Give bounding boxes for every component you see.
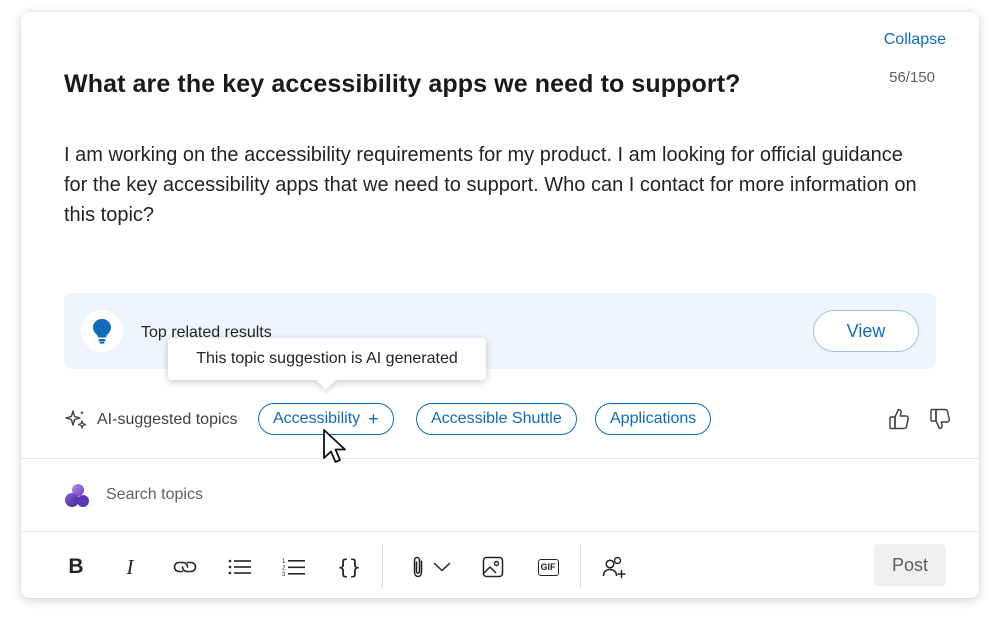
search-topics-input[interactable] <box>104 485 408 505</box>
bullet-list-icon[interactable] <box>226 553 254 581</box>
post-title[interactable]: What are the key accessibility apps we n… <box>64 70 741 99</box>
code-icon[interactable]: {} <box>335 553 363 581</box>
ai-suggested-topics-row: AI-suggested topics Accessibility + Acce… <box>64 403 951 437</box>
topic-chip-label: Applications <box>610 410 697 427</box>
gif-icon[interactable]: GIF <box>534 553 562 581</box>
view-button[interactable]: View <box>813 310 919 352</box>
compose-card: Collapse 56/150 What are the key accessi… <box>21 12 979 598</box>
sparkle-icon <box>64 408 88 437</box>
thumbs-down-icon[interactable] <box>929 407 951 436</box>
character-counter: 56/150 <box>889 69 935 86</box>
post-button[interactable]: Post <box>874 544 946 586</box>
add-icon: + <box>368 408 379 429</box>
topic-chip-label: Accessibility <box>273 410 361 427</box>
toolbar-separator <box>580 544 581 588</box>
italic-icon[interactable]: I <box>116 553 144 581</box>
search-topics-row <box>64 482 464 512</box>
divider <box>21 531 979 532</box>
mouse-cursor-icon <box>323 429 346 463</box>
gif-label: GIF <box>537 558 559 576</box>
numbered-list-icon[interactable]: 1 2 3 <box>280 553 308 581</box>
bold-icon[interactable]: B <box>62 553 90 581</box>
topic-chip-label: Accessible Shuttle <box>431 410 562 427</box>
post-body[interactable]: I am working on the accessibility requir… <box>64 140 924 230</box>
link-icon[interactable] <box>171 553 199 581</box>
svg-text:3: 3 <box>282 572 286 577</box>
topics-app-icon <box>64 482 92 515</box>
ai-suggested-topics-label: AI-suggested topics <box>97 411 238 428</box>
svg-text:2: 2 <box>282 566 286 572</box>
mention-people-icon[interactable] <box>601 553 629 581</box>
thumbs-up-icon[interactable] <box>888 407 910 436</box>
formatting-toolbar: B I 1 2 3 {} GIF Post <box>21 533 979 598</box>
collapse-link[interactable]: Collapse <box>884 31 946 49</box>
svg-text:1: 1 <box>282 559 286 565</box>
topic-chip-applications[interactable]: Applications <box>595 403 712 435</box>
image-icon[interactable] <box>479 553 507 581</box>
lightbulb-icon <box>81 310 123 352</box>
divider <box>21 458 979 459</box>
chevron-down-icon[interactable] <box>428 553 456 581</box>
ai-generated-tooltip: This topic suggestion is AI generated <box>168 338 486 380</box>
toolbar-separator <box>382 544 383 588</box>
topic-chip-accessible-shuttle[interactable]: Accessible Shuttle <box>416 403 577 435</box>
